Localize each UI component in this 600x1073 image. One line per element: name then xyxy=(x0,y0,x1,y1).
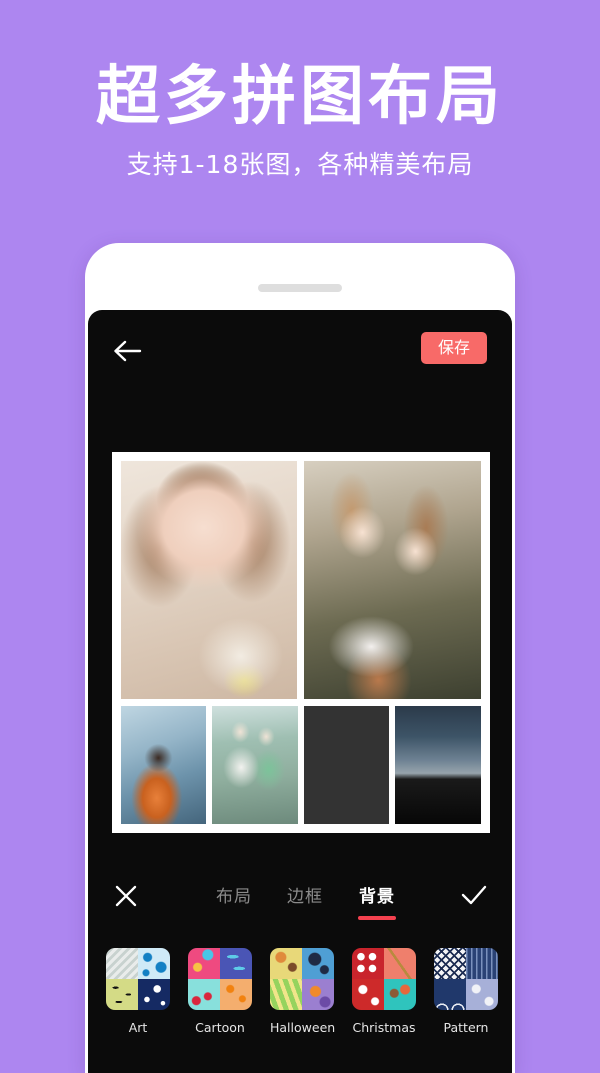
quadrant-salmon-wheat xyxy=(384,948,416,979)
background-label-christmas: Christmas xyxy=(352,1020,416,1035)
collage-row-bottom xyxy=(121,706,481,824)
phone-screen: 保存 布局 边框 背景 Art Cartoon Halloween Christ… xyxy=(88,310,512,1073)
quadrant-red-stars xyxy=(352,979,384,1010)
tab-layout[interactable]: 布局 xyxy=(208,882,260,907)
tab-border[interactable]: 边框 xyxy=(279,882,331,907)
background-item-art[interactable]: Art xyxy=(106,948,170,1035)
back-arrow-icon[interactable] xyxy=(112,338,142,364)
app-top-bar: 保存 xyxy=(88,310,512,395)
tab-underline xyxy=(358,916,396,920)
tab-border-label: 边框 xyxy=(287,887,323,907)
quadrant-pink-diamond xyxy=(188,948,220,979)
thumbnail-list: Art Cartoon Halloween Christmas Pattern xyxy=(106,948,512,1035)
close-icon[interactable] xyxy=(114,884,138,908)
quadrant-teal-mushrooms xyxy=(384,979,416,1010)
page-title: 超多拼图布局 xyxy=(96,60,504,134)
quadrant-navy-fans xyxy=(434,979,466,1010)
background-label-cartoon: Cartoon xyxy=(195,1020,245,1035)
photo-portrait-green[interactable] xyxy=(303,706,390,824)
background-thumb-art[interactable] xyxy=(106,948,170,1010)
background-thumb-pattern[interactable] xyxy=(434,948,498,1010)
background-thumb-christmas[interactable] xyxy=(352,948,416,1010)
quadrant-grey-chevron xyxy=(106,948,138,979)
quadrant-red-bells xyxy=(352,948,384,979)
photo-two-friends[interactable] xyxy=(304,461,481,699)
background-label-pattern: Pattern xyxy=(443,1020,489,1035)
background-item-christmas[interactable]: Christmas xyxy=(352,948,416,1035)
quadrant-yellow-pumpkins xyxy=(270,948,302,979)
speaker-grille xyxy=(258,284,342,292)
quadrant-blue-bones xyxy=(220,948,252,979)
background-label-art: Art xyxy=(128,1020,148,1035)
photo-street-orange[interactable] xyxy=(121,706,207,824)
collage-grid xyxy=(121,461,481,824)
editor-toolbar: 布局 边框 背景 xyxy=(88,860,512,932)
background-item-halloween[interactable]: Halloween xyxy=(270,948,336,1035)
quadrant-green-stripes xyxy=(270,979,302,1010)
tab-layout-label: 布局 xyxy=(216,887,252,907)
quadrant-blue-circles xyxy=(138,948,170,979)
quadrant-lilac-diamonds xyxy=(466,979,498,1010)
quadrant-purple-pumpkins xyxy=(302,979,334,1010)
quadrant-navy-weave xyxy=(466,948,498,979)
collage-row-top xyxy=(121,461,481,699)
photo-selfie-drink[interactable] xyxy=(121,461,297,699)
background-item-cartoon[interactable]: Cartoon xyxy=(188,948,252,1035)
background-thumb-halloween[interactable] xyxy=(270,948,334,1010)
phone-mockup: 保存 布局 边框 背景 Art Cartoon Halloween Christ… xyxy=(85,243,515,1073)
collage-canvas[interactable] xyxy=(112,452,490,833)
photo-mountain-dusk[interactable] xyxy=(395,706,481,824)
quadrant-navy-stars xyxy=(138,979,170,1010)
quadrant-white-lattice xyxy=(434,948,466,979)
tab-background[interactable]: 背景 xyxy=(351,882,403,920)
quadrant-teal-cherries xyxy=(188,979,220,1010)
quadrant-olive-squiggle xyxy=(106,979,138,1010)
background-item-pattern[interactable]: Pattern xyxy=(434,948,498,1035)
page-subtitle: 支持1-18张图，各种精美布局 xyxy=(126,150,474,179)
quadrant-blue-ghosts xyxy=(302,948,334,979)
tab-background-label: 背景 xyxy=(359,887,395,907)
quadrant-orange-suns xyxy=(220,979,252,1010)
save-button[interactable]: 保存 xyxy=(420,332,487,364)
promo-header: 超多拼图布局 支持1-18张图，各种精美布局 xyxy=(0,0,600,230)
background-thumb-cartoon[interactable] xyxy=(188,948,252,1010)
background-thumbnail-strip[interactable]: Art Cartoon Halloween Christmas Pattern xyxy=(88,940,512,1073)
photo-sunglasses-duo[interactable] xyxy=(212,706,298,824)
background-label-halloween: Halloween xyxy=(270,1020,336,1035)
check-icon[interactable] xyxy=(460,882,488,908)
